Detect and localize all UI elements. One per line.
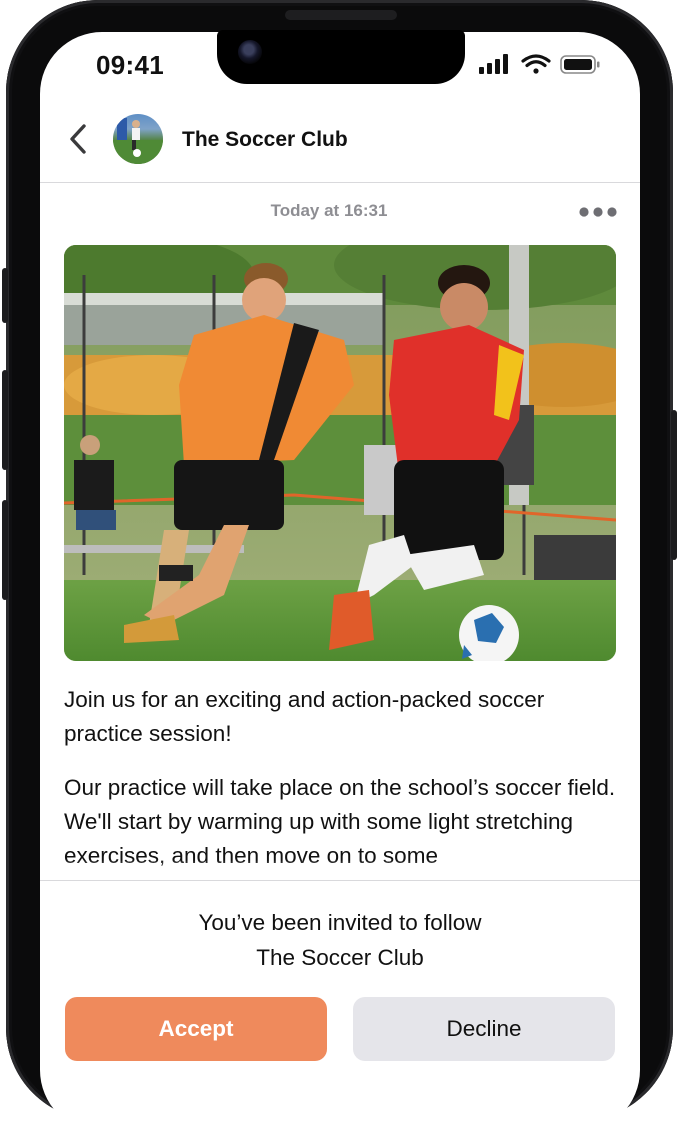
club-name: The Soccer Club	[182, 128, 348, 151]
invite-club-name: The Soccer Club	[256, 945, 424, 970]
post-timestamp: Today at 16:31	[270, 201, 388, 220]
status-icons	[479, 53, 604, 75]
header-divider	[40, 182, 640, 183]
post-image	[64, 245, 616, 661]
accept-button[interactable]: Accept	[65, 997, 327, 1061]
wifi-icon	[521, 54, 551, 74]
chat-header: The Soccer Club	[40, 110, 640, 182]
phone-side-button	[2, 268, 8, 323]
status-time: 09:41	[96, 50, 164, 80]
front-camera	[238, 40, 262, 64]
phone-volume-down	[2, 500, 8, 600]
more-options-button[interactable]	[578, 204, 620, 220]
back-button[interactable]	[62, 122, 96, 156]
decline-button[interactable]: Decline	[353, 997, 615, 1061]
chevron-left-icon	[70, 124, 86, 154]
phone-speaker	[285, 10, 397, 20]
invite-line-1: You’ve been invited to follow	[198, 910, 482, 935]
ellipsis-icon	[579, 207, 617, 217]
phone-volume-up	[2, 370, 8, 470]
invite-message: You’ve been invited to follow The Soccer…	[40, 905, 640, 975]
post-paragraph: Join us for an exciting and action-packe…	[64, 687, 545, 746]
club-avatar[interactable]	[113, 114, 163, 164]
battery-icon	[560, 55, 600, 74]
post-paragraph: Our practice will take place on the scho…	[64, 775, 616, 868]
invite-divider	[40, 880, 640, 881]
phone-power-button	[671, 410, 677, 560]
cellular-signal-icon	[479, 54, 508, 74]
text-fade	[40, 860, 640, 880]
